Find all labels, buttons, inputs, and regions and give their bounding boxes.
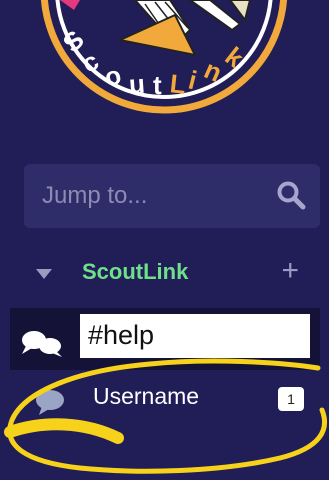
add-channel-button[interactable]: + [281, 256, 299, 286]
logo-letter-u: u [127, 68, 146, 100]
dm-item-username[interactable]: Username 1 [0, 376, 329, 426]
workspace-header[interactable]: ScoutLink + [0, 254, 329, 294]
search-placeholder: Jump to... [42, 182, 148, 209]
channel-label-highlight: #help [80, 314, 310, 358]
logo-text: S c o u t L i n k [57, 24, 265, 108]
speech-bubble-icon [36, 390, 64, 415]
logo-letter-o: o [101, 59, 125, 93]
logo-letter-t: t [153, 70, 162, 100]
unread-badge: 1 [278, 387, 304, 411]
chat-bubbles-icon [22, 331, 62, 357]
workspace-name[interactable]: ScoutLink [82, 257, 188, 287]
logo-letter-l: L [168, 68, 188, 100]
search-icon[interactable] [276, 180, 306, 210]
channel-label: #help [88, 320, 155, 350]
logo-letter-k: k [219, 40, 250, 74]
dm-username: Username [93, 383, 200, 409]
logo-letter-c: c [76, 45, 104, 79]
caret-down-icon[interactable] [34, 266, 54, 282]
channel-item-help[interactable]: #help [10, 308, 320, 370]
sidebar: S c o u t L i n k Jump to... ScoutLink + [0, 0, 329, 480]
search-input[interactable]: Jump to... [24, 164, 320, 228]
